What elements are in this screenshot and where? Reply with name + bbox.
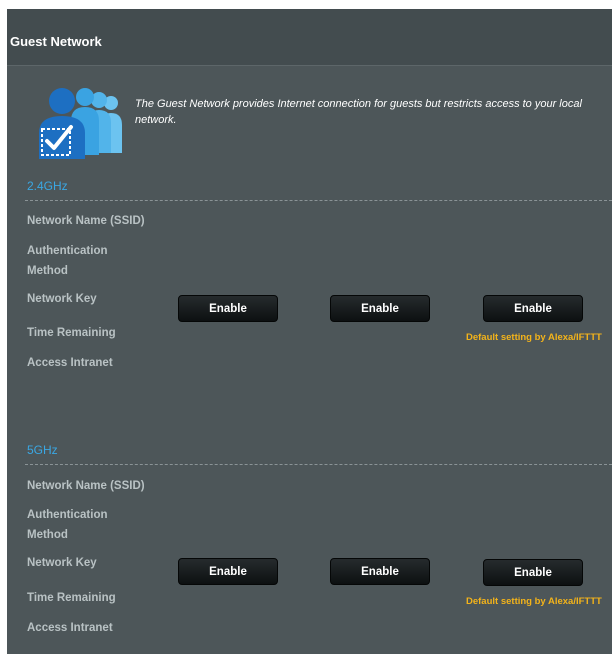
page-title: Guest Network xyxy=(10,34,102,49)
enable-button-2ghz-2[interactable]: Enable xyxy=(330,295,430,322)
band-divider-2ghz xyxy=(25,200,612,201)
label-network-name-2ghz: Network Name (SSID) xyxy=(27,215,145,227)
band-title-5ghz: 5GHz xyxy=(27,443,58,457)
header-divider xyxy=(7,65,612,66)
guest-users-check-icon xyxy=(39,88,122,159)
enable-button-2ghz-3[interactable]: Enable xyxy=(483,295,583,322)
default-setting-note-5ghz: Default setting by Alexa/IFTTT xyxy=(466,596,602,607)
guest-network-panel: Guest Network The Guest Network provides… xyxy=(7,9,612,654)
label-auth-method-2ghz: Authentication Method xyxy=(27,245,108,277)
label-access-intranet-2ghz: Access Intranet xyxy=(27,357,113,369)
label-time-remaining-5ghz: Time Remaining xyxy=(27,592,116,604)
default-setting-note-2ghz: Default setting by Alexa/IFTTT xyxy=(466,332,602,343)
enable-button-5ghz-2[interactable]: Enable xyxy=(330,558,430,585)
label-access-intranet-5ghz: Access Intranet xyxy=(27,622,113,634)
label-network-name-5ghz: Network Name (SSID) xyxy=(27,480,145,492)
enable-button-5ghz-3[interactable]: Enable xyxy=(483,559,583,586)
label-network-key-5ghz: Network Key xyxy=(27,557,97,569)
label-auth-method-5ghz: Authentication Method xyxy=(27,509,108,541)
band-divider-5ghz xyxy=(25,464,612,465)
panel-header: Guest Network xyxy=(7,9,612,66)
label-time-remaining-2ghz: Time Remaining xyxy=(27,327,116,339)
guest-network-description: The Guest Network provides Internet conn… xyxy=(135,98,582,126)
label-network-key-2ghz: Network Key xyxy=(27,293,97,305)
enable-button-2ghz-1[interactable]: Enable xyxy=(178,295,278,322)
enable-button-5ghz-1[interactable]: Enable xyxy=(178,558,278,585)
band-title-2ghz: 2.4GHz xyxy=(27,179,68,193)
